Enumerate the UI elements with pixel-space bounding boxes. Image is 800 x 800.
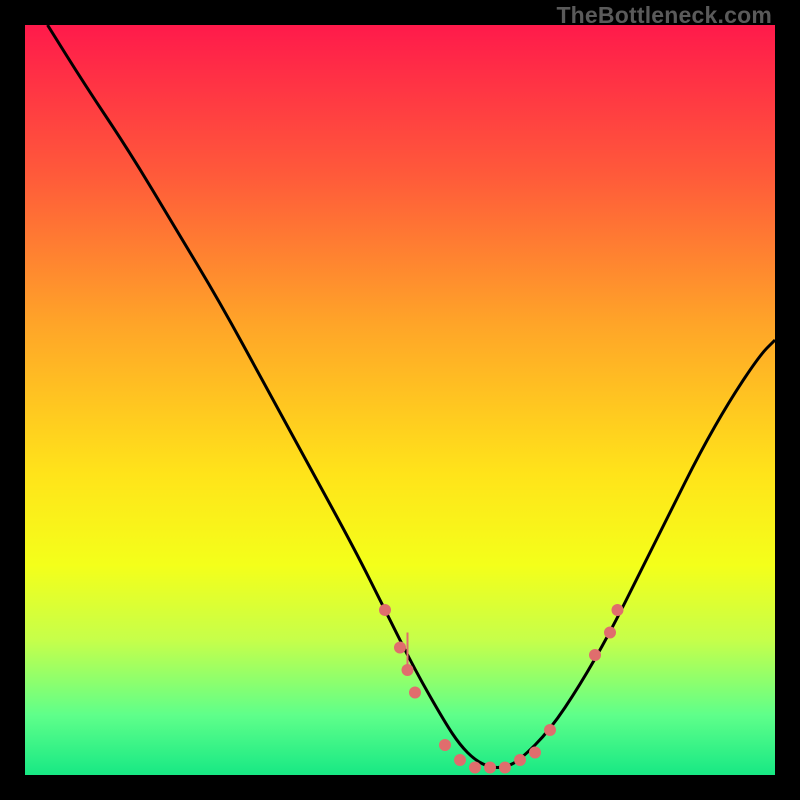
watermark-text: TheBottleneck.com xyxy=(556,2,772,29)
highlight-point xyxy=(394,642,406,654)
highlight-point xyxy=(499,762,511,774)
highlight-point xyxy=(514,754,526,766)
highlight-point xyxy=(604,627,616,639)
highlight-point xyxy=(612,604,624,616)
highlight-point xyxy=(409,687,421,699)
highlight-point xyxy=(379,604,391,616)
highlight-point xyxy=(439,739,451,751)
bottleneck-chart xyxy=(25,25,775,775)
highlight-point xyxy=(469,762,481,774)
highlight-point xyxy=(454,754,466,766)
highlight-point xyxy=(589,649,601,661)
highlight-point xyxy=(402,664,414,676)
gradient-background xyxy=(25,25,775,775)
highlight-point xyxy=(544,724,556,736)
chart-frame xyxy=(25,25,775,775)
highlight-point xyxy=(484,762,496,774)
highlight-point xyxy=(529,747,541,759)
